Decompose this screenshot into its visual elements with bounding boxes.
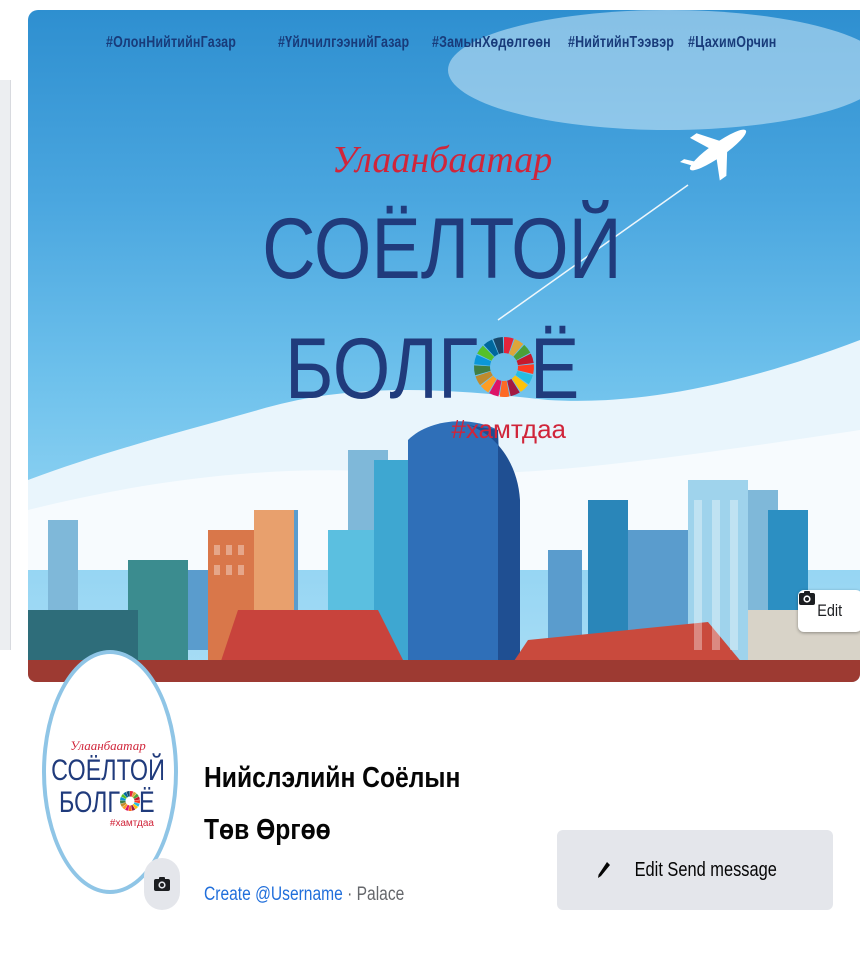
left-panel-edge — [0, 80, 11, 650]
sdg-wheel-icon — [119, 791, 140, 811]
cover-title-line2: БОЛГ — [285, 320, 478, 417]
camera-icon — [799, 591, 815, 605]
cover-title-line1: СОЁЛТОЙ — [262, 200, 622, 297]
cover-title-line2-end: Ё — [530, 320, 579, 417]
cover-photo[interactable]: #ОлонНийтийнГазар #ҮйлчилгээнийГазар #За… — [28, 10, 860, 682]
page-category: Palace — [356, 884, 405, 905]
avatar-title-line2: БОЛГ — [59, 785, 120, 818]
separator: · — [342, 884, 357, 905]
avatar-title-line2-end: Ё — [139, 785, 155, 818]
create-username-link[interactable]: Create @Username — [204, 884, 343, 905]
edit-cover-button[interactable]: Edit — [798, 590, 860, 632]
cover-logo: Улаанбаатар СОЁЛТОЙ БОЛГ Ё #хамтдаа — [262, 139, 622, 444]
page-title: Нийслэлийн Соёлын Төв Өргөө — [204, 762, 461, 846]
update-avatar-button[interactable] — [144, 858, 180, 910]
pencil-icon — [598, 862, 611, 878]
edit-cover-label: Edit — [817, 601, 843, 620]
avatar-logo: Улаанбаатар СОЁЛТОЙ БОЛГ Ё #хамтдаа — [51, 738, 165, 829]
avatar-title-line1: СОЁЛТОЙ — [51, 752, 165, 787]
action-button-label: Edit Send message — [634, 858, 778, 881]
avatar-script-title: Улаанбаатар — [70, 738, 146, 753]
cover-script-title: Улаанбаатар — [332, 139, 553, 181]
avatar-tagline: #хамтдаа — [110, 818, 155, 829]
cover-tagline: #хамтдаа — [451, 414, 566, 444]
page-subtitle: Create @Username · Palace — [204, 884, 404, 906]
edit-send-message-button[interactable]: Edit Send message — [557, 830, 833, 910]
camera-icon — [154, 877, 170, 891]
sdg-wheel-icon — [474, 337, 534, 397]
